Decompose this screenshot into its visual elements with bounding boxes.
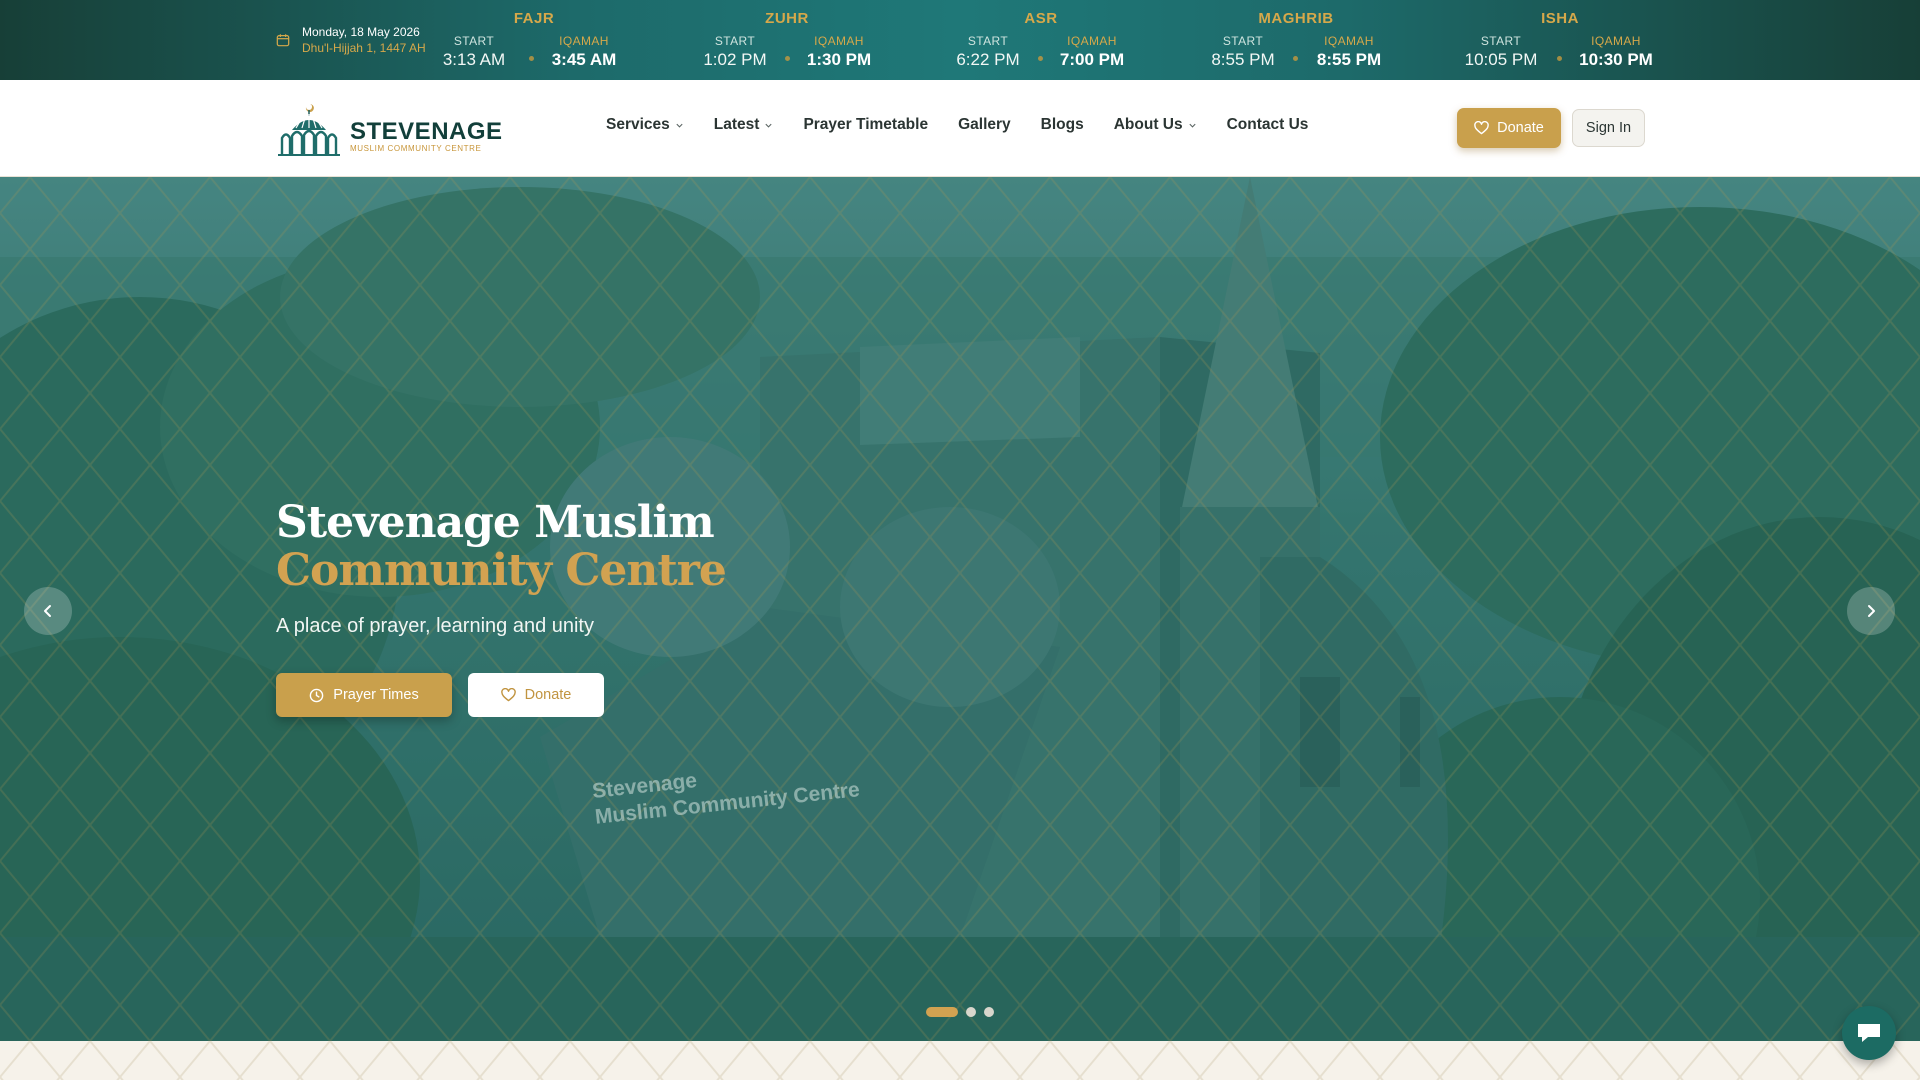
pattern-decoration — [0, 1041, 1920, 1080]
prayer-name: FAJR — [513, 10, 555, 27]
hero-background-image — [0, 177, 1920, 1041]
prayer-zuhr: ZUHR START 1:02 PM IQAMAH 1:30 PM — [677, 8, 897, 72]
chat-icon — [1858, 1024, 1880, 1042]
prayer-fajr: FAJR START 3:13 AM IQAMAH 3:45 AM — [424, 8, 644, 72]
nav-item-contact-us[interactable]: Contact Us — [1227, 116, 1309, 134]
prayer-times-label: Prayer Times — [333, 687, 419, 703]
nav-item-latest[interactable]: Latest — [714, 116, 774, 134]
chevron-right-icon — [1868, 605, 1875, 617]
start-time: 6:22 PM — [956, 50, 1020, 69]
hero-title-line1: Stevenage Muslim — [276, 497, 715, 548]
iqamah-label: IQAMAH — [1591, 34, 1641, 48]
prayer-maghrib: MAGHRIB START 8:55 PM IQAMAH 8:55 PM — [1186, 8, 1406, 72]
calendar-icon — [276, 34, 290, 47]
logo-name: STEVENAGE — [350, 118, 503, 145]
heart-icon — [1474, 121, 1489, 135]
nav-item-blogs[interactable]: Blogs — [1041, 116, 1084, 134]
start-time: 3:13 AM — [442, 50, 506, 69]
nav-label: Latest — [713, 116, 760, 133]
nav-label: Prayer Timetable — [803, 116, 929, 133]
carousel-prev-button[interactable] — [24, 587, 72, 635]
iqamah-label: IQAMAH — [814, 34, 864, 48]
chevron-left-icon — [44, 605, 51, 617]
mosque-logo-icon — [278, 104, 340, 156]
carousel-dot-2[interactable] — [966, 1007, 976, 1017]
prayer-times-button[interactable]: Prayer Times — [276, 673, 452, 717]
hero-title-line2: Community Centre — [276, 545, 727, 596]
site-logo[interactable]: STEVENAGE MUSLIM COMMUNITY CENTRE — [278, 98, 502, 158]
hero-subtitle: A place of prayer, learning and unity — [276, 615, 594, 637]
separator-dot — [529, 56, 534, 61]
nav-label: Gallery — [958, 116, 1011, 133]
prayer-name: ISHA — [1541, 10, 1579, 27]
iqamah-time: 1:30 PM — [806, 50, 872, 69]
hero-carousel: Stevenage Muslim Community Centre Steven… — [0, 177, 1920, 1041]
start-time: 10:05 PM — [1464, 50, 1538, 69]
carousel-dot-1[interactable] — [926, 1007, 958, 1017]
prayer-times-bar: Monday, 18 May 2026 Dhu'l-Hijjah 1, 1447… — [0, 0, 1920, 80]
hero-donate-button[interactable]: Donate — [468, 673, 604, 717]
iqamah-time: 8:55 PM — [1316, 50, 1382, 69]
separator-dot — [785, 56, 790, 61]
iqamah-time: 7:00 PM — [1059, 50, 1125, 69]
nav-label: Contact Us — [1226, 116, 1309, 133]
iqamah-time: 3:45 AM — [551, 50, 617, 69]
start-label: START — [967, 34, 1009, 48]
start-label: START — [453, 34, 495, 48]
prayer-name: ZUHR — [765, 10, 809, 27]
iqamah-time: 10:30 PM — [1579, 50, 1653, 69]
chevron-down-icon — [765, 123, 773, 128]
prayer-asr: ASR START 6:22 PM IQAMAH 7:00 PM — [931, 8, 1151, 72]
nav-item-about-us[interactable]: About Us — [1114, 116, 1197, 134]
nav-item-services[interactable]: Services — [606, 116, 684, 134]
carousel-dot-3[interactable] — [984, 1007, 994, 1017]
carousel-indicators — [926, 1007, 994, 1017]
iqamah-label: IQAMAH — [1067, 34, 1117, 48]
donate-label: Donate — [1497, 120, 1544, 136]
sign-in-button[interactable]: Sign In — [1572, 109, 1645, 147]
prayer-isha: ISHA START 10:05 PM IQAMAH 10:30 PM — [1450, 8, 1670, 72]
hijri-date: Dhu'l-Hijjah 1, 1447 AH — [302, 41, 426, 55]
nav-item-prayer-timetable[interactable]: Prayer Timetable — [803, 116, 928, 134]
start-label: START — [1222, 34, 1264, 48]
prayer-name: MAGHRIB — [1258, 10, 1334, 27]
nav-label: Services — [606, 116, 670, 133]
next-section — [0, 1041, 1920, 1080]
clock-icon — [309, 688, 324, 702]
donate-button[interactable]: Donate — [1457, 108, 1561, 148]
start-label: START — [1480, 34, 1522, 48]
hero-title: Stevenage Muslim Community Centre — [276, 497, 727, 596]
start-time: 8:55 PM — [1211, 50, 1275, 69]
chat-button[interactable] — [1842, 1006, 1896, 1060]
chevron-down-icon — [1189, 123, 1196, 128]
carousel-next-button[interactable] — [1847, 587, 1895, 635]
site-header: STEVENAGE MUSLIM COMMUNITY CENTRE Servic… — [0, 80, 1920, 177]
main-nav: Services Latest Prayer Timetable Gallery… — [606, 116, 1338, 134]
chevron-down-icon — [676, 123, 683, 128]
start-label: START — [714, 34, 756, 48]
logo-subtitle: MUSLIM COMMUNITY CENTRE — [350, 144, 482, 153]
iqamah-label: IQAMAH — [559, 34, 609, 48]
nav-item-gallery[interactable]: Gallery — [958, 116, 1011, 134]
nav-label: Blogs — [1040, 116, 1084, 133]
date-block: Monday, 18 May 2026 Dhu'l-Hijjah 1, 1447… — [276, 24, 426, 56]
gregorian-date: Monday, 18 May 2026 — [302, 25, 420, 39]
separator-dot — [1557, 56, 1562, 61]
hero-donate-label: Donate — [524, 687, 572, 703]
separator-dot — [1293, 56, 1298, 61]
separator-dot — [1038, 56, 1043, 61]
start-time: 1:02 PM — [703, 50, 767, 69]
sign-in-label: Sign In — [1585, 120, 1632, 136]
prayer-name: ASR — [1024, 10, 1058, 27]
iqamah-label: IQAMAH — [1324, 34, 1374, 48]
nav-label: About Us — [1113, 116, 1183, 133]
heart-icon — [500, 688, 516, 702]
